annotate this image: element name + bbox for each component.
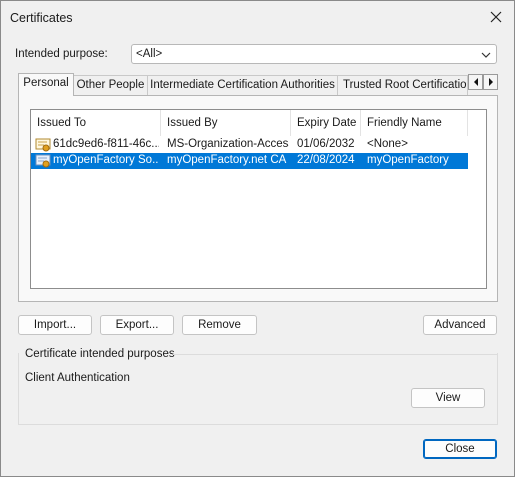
certificate-list[interactable]: Issued To Issued By Expiry Date Friendly… [30,109,487,289]
tab-label: Personal [23,77,69,89]
tab-scroll-left-button[interactable] [468,74,483,90]
intended-purpose-select[interactable]: <All> [131,44,497,64]
column-label: Issued To [37,117,87,129]
tab-scroll-right-button[interactable] [483,74,498,90]
column-label: Issued By [167,117,218,129]
certificate-icon [35,137,51,153]
cell-issued-to: 61dc9ed6-f811-46c... [53,138,159,150]
title-bar: Certificates [1,1,514,35]
column-issued-to[interactable]: Issued To [31,110,161,136]
intended-purposes-value: Client Authentication [25,372,130,384]
tab-trusted-root-ca[interactable]: Trusted Root Certification Authorities [337,75,468,95]
tab-strip: Personal Other People Intermediate Certi… [18,73,498,96]
view-button[interactable]: View [411,388,485,408]
chevron-left-icon [473,78,478,86]
advanced-button[interactable]: Advanced [423,315,497,335]
tab-label: Trusted Root Certification Authorities [343,79,468,91]
table-row[interactable]: 61dc9ed6-f811-46c... MS-Organization-Acc… [31,137,468,153]
cell-issued-by: MS-Organization-Access [167,138,289,150]
chevron-down-icon [481,50,491,62]
list-header: Issued To Issued By Expiry Date Friendly… [31,110,486,136]
cell-issued-to: myOpenFactory So... [53,154,159,166]
cell-friendly-name: <None> [367,138,408,150]
certificate-key-icon [35,153,51,169]
tab-other-people[interactable]: Other People [73,75,148,95]
tab-label: Intermediate Certification Authorities [150,79,335,91]
export-button[interactable]: Export... [100,315,174,335]
cell-issued-by: myOpenFactory.net CA [167,154,287,166]
personal-tab-panel: Issued To Issued By Expiry Date Friendly… [18,95,498,302]
certificates-dialog: Certificates Intended purpose: <All> Per… [0,0,515,477]
tab-label: Other People [76,79,145,91]
column-friendly-name[interactable]: Friendly Name [361,110,468,136]
tab-personal[interactable]: Personal [18,73,74,96]
divider [173,354,498,355]
cell-friendly-name: myOpenFactory [367,154,449,166]
cell-expiry-date: 22/08/2024 [297,154,355,166]
column-label: Expiry Date [297,117,357,129]
tab-intermediate-ca[interactable]: Intermediate Certification Authorities [147,75,338,95]
column-expiry-date[interactable]: Expiry Date [291,110,361,136]
intended-purpose-value: <All> [136,48,163,60]
window-title: Certificates [10,11,73,25]
chevron-right-icon [488,78,493,86]
column-label: Friendly Name [367,117,442,129]
remove-button[interactable]: Remove [182,315,257,335]
close-button[interactable]: Close [423,439,497,459]
close-icon[interactable] [488,9,504,25]
intended-purpose-label: Intended purpose: [15,48,108,60]
column-issued-by[interactable]: Issued By [161,110,291,136]
import-button[interactable]: Import... [18,315,92,335]
cell-expiry-date: 01/06/2032 [297,138,355,150]
group-title: Certificate intended purposes [25,348,175,360]
table-row-selected[interactable]: myOpenFactory So... myOpenFactory.net CA… [31,153,468,169]
